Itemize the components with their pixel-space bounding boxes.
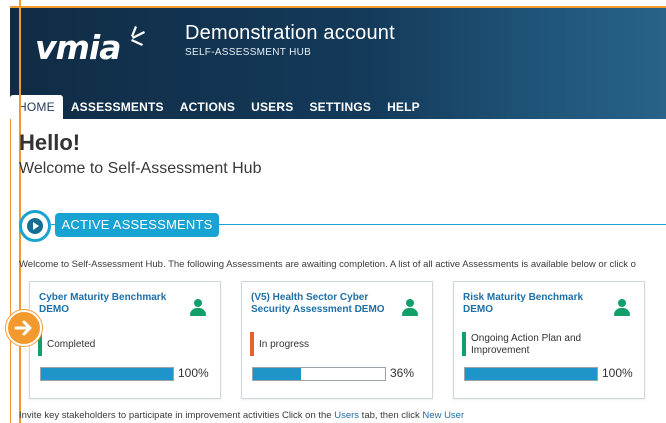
- progress-percent: 36%: [390, 366, 415, 380]
- nav-users[interactable]: USERS: [243, 95, 301, 119]
- assessment-status: Completed: [47, 339, 96, 350]
- invite-text: Invite key stakeholders to participate i…: [19, 410, 464, 421]
- app-header: vmia Demonstration account SELF-ASSESSME…: [10, 6, 666, 119]
- nav-assessments[interactable]: ASSESSMENTS: [63, 95, 172, 119]
- progress-bar: [464, 367, 598, 381]
- assessment-card[interactable]: (V5) Health Sector Cyber Security Assess…: [241, 281, 433, 399]
- welcome-subheading: Welcome to Self-Assessment Hub: [19, 160, 262, 177]
- play-circle-icon[interactable]: [19, 210, 51, 242]
- progress-percent: 100%: [178, 366, 209, 380]
- vmia-logo[interactable]: vmia: [35, 28, 121, 67]
- intro-text: Welcome to Self-Assessment Hub. The foll…: [19, 259, 636, 270]
- progress-percent: 100%: [602, 366, 633, 380]
- progress-fill: [465, 368, 597, 380]
- highlight-border-top: [10, 6, 666, 8]
- assessment-card[interactable]: Cyber Maturity Benchmark DEMO Completed …: [29, 281, 221, 399]
- account-subtitle: SELF-ASSESSMENT HUB: [185, 47, 312, 58]
- assessment-title[interactable]: Cyber Maturity Benchmark DEMO: [39, 292, 189, 316]
- nav-home[interactable]: HOME: [10, 95, 63, 119]
- invite-text-prefix: Invite key stakeholders to participate i…: [19, 410, 335, 421]
- highlight-border-inner: [10, 119, 11, 423]
- nav-help[interactable]: HELP: [379, 95, 428, 119]
- progress-bar: [252, 367, 386, 381]
- progress-fill: [253, 368, 301, 380]
- user-icon: [402, 299, 418, 316]
- progress-fill: [41, 368, 173, 380]
- status-indicator: [250, 332, 254, 356]
- user-icon: [614, 299, 630, 316]
- arrow-right-icon[interactable]: [6, 310, 42, 346]
- active-assessments-label[interactable]: ACTIVE ASSESSMENTS: [55, 213, 219, 237]
- main-nav: HOME ASSESSMENTS ACTIONS USERS SETTINGS …: [10, 95, 428, 119]
- assessment-card[interactable]: Risk Maturity Benchmark DEMO Ongoing Act…: [453, 281, 645, 399]
- assessment-status: In progress: [259, 339, 310, 350]
- greeting-heading: Hello!: [19, 130, 81, 155]
- account-title: Demonstration account: [185, 22, 395, 44]
- user-icon: [190, 299, 206, 316]
- assessment-title[interactable]: (V5) Health Sector Cyber Security Assess…: [251, 292, 401, 316]
- users-link[interactable]: Users: [334, 410, 359, 421]
- progress-bar: [40, 367, 174, 381]
- arrow-right-glyph: [14, 320, 32, 336]
- new-user-link[interactable]: New User: [422, 410, 464, 421]
- assessment-status: Ongoing Action Plan and Improvement: [471, 333, 582, 356]
- active-assessments-header: ACTIVE ASSESSMENTS: [19, 210, 666, 242]
- nav-actions[interactable]: ACTIONS: [172, 95, 243, 119]
- status-indicator: [462, 332, 466, 356]
- nav-settings[interactable]: SETTINGS: [301, 95, 379, 119]
- star-burst-icon: [131, 26, 145, 46]
- assessment-title[interactable]: Risk Maturity Benchmark DEMO: [463, 292, 613, 316]
- invite-text-mid: tab, then click: [359, 410, 423, 421]
